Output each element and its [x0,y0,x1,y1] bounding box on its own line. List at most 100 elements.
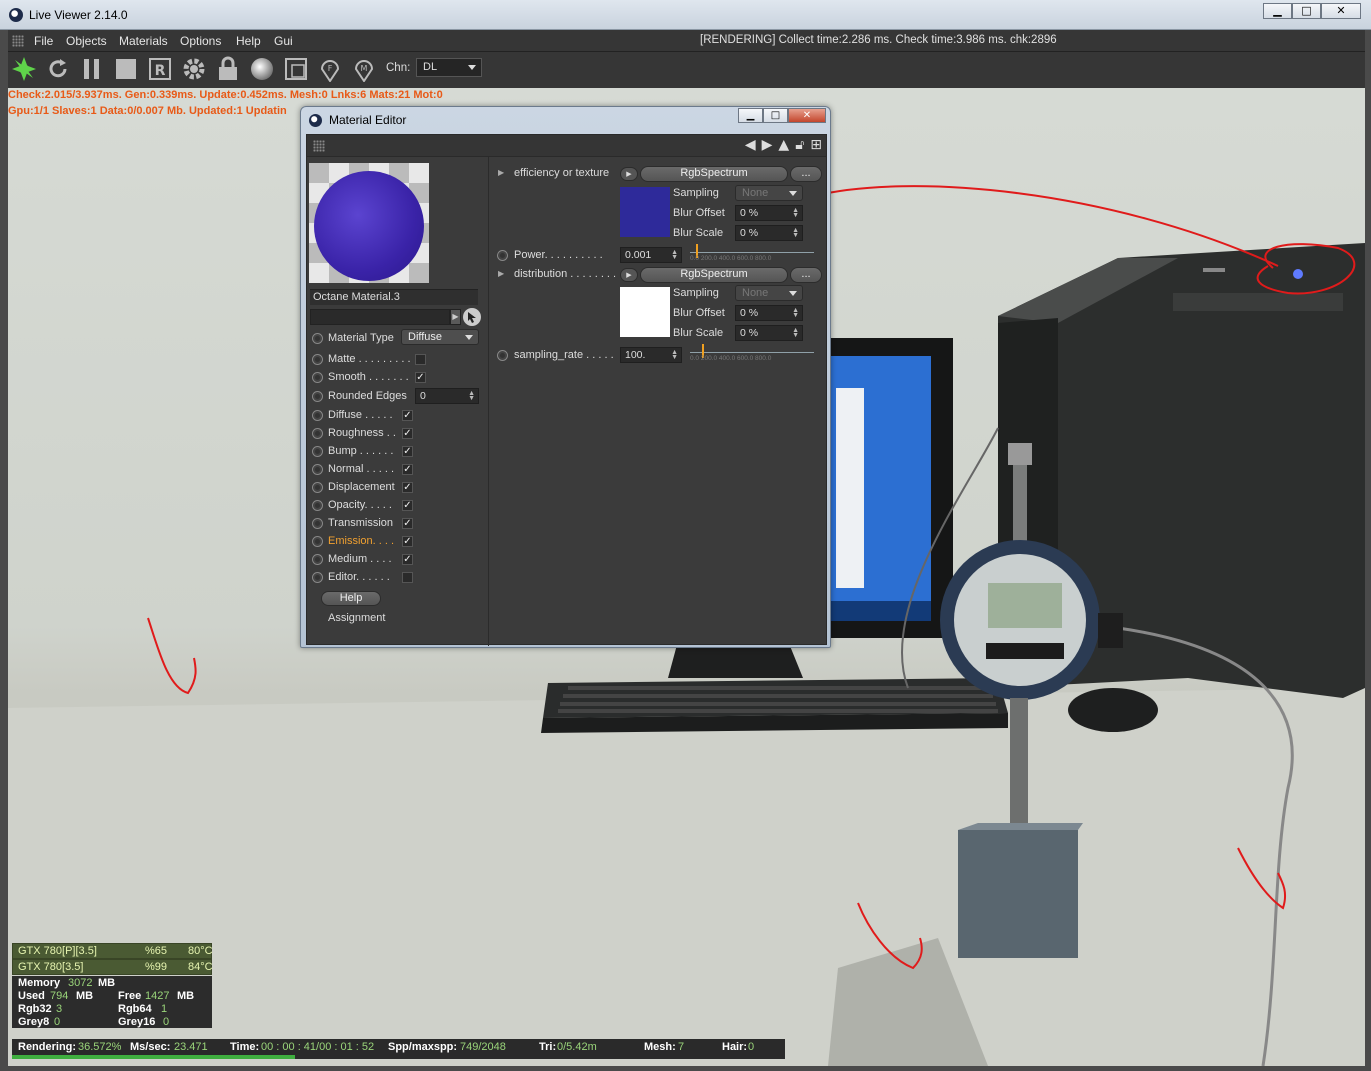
channel-checkbox[interactable] [415,354,426,365]
channel-checkbox[interactable]: ✓ [402,536,413,547]
stop-icon[interactable] [113,56,139,82]
minimize-button[interactable]: ▁ [1263,3,1292,19]
efficiency-more-button[interactable]: ... [790,166,822,182]
sampling-select[interactable]: None [735,185,803,201]
channel-label[interactable]: Roughness . . [328,427,396,439]
channel-checkbox[interactable] [402,572,413,583]
close-button[interactable]: ✕ [1321,3,1361,19]
channel-label[interactable]: Displacement [328,481,395,493]
channel-label[interactable]: Normal . . . . . [328,463,394,475]
material-pin-icon[interactable]: M [351,56,377,83]
gear-icon[interactable] [181,56,207,82]
arrow-up-icon[interactable]: ▲ [778,137,789,153]
blur-scale-2-field[interactable]: 0 % ▲ ▼ [735,325,803,341]
channel-label[interactable]: Emission. . . . [328,535,394,547]
channel-label[interactable]: Opacity. . . . . [328,499,392,511]
dialog-close-button[interactable]: ✕ [788,108,826,123]
channel-radio[interactable] [312,372,323,383]
refresh-icon[interactable] [45,56,71,82]
channel-radio[interactable] [312,410,323,421]
blur-offset-2-field[interactable]: 0 % ▲ ▼ [735,305,803,321]
channel-checkbox[interactable]: ✓ [415,372,426,383]
channel-radio[interactable] [312,500,323,511]
sampling-rate-slider[interactable]: 0.0 200.0 400.0 600.0 800.0 [690,344,814,362]
power-radio[interactable] [497,250,508,261]
efficiency-link-button[interactable]: ▶ [620,167,638,181]
channel-checkbox[interactable]: ✓ [402,464,413,475]
distribution-more-button[interactable]: ... [790,267,822,283]
menu-materials[interactable]: Materials [119,34,168,48]
region-icon[interactable] [283,56,309,82]
channel-label[interactable]: Bump . . . . . . [328,445,393,457]
menu-file[interactable]: File [34,34,53,48]
sampling-2-select[interactable]: None [735,285,803,301]
expand-arrow-icon[interactable]: ▶ [498,168,504,177]
lock-icon[interactable]: 🔓︎ [795,137,804,153]
channel-label[interactable]: Rounded Edges [328,390,407,402]
distribution-link-button[interactable]: ▶ [620,268,638,282]
sphere-icon[interactable] [249,56,275,82]
channel-select[interactable]: DL [416,58,482,77]
material-preview[interactable] [309,163,429,283]
maximize-button[interactable]: □ [1292,3,1321,19]
channel-radio[interactable] [312,428,323,439]
channel-label[interactable]: Medium . . . . [328,553,392,565]
sampling-rate-field[interactable]: 100. ▲ ▼ [620,347,682,363]
dialog-maximize-button[interactable]: □ [763,108,788,123]
expand-arrow-icon[interactable]: ▶ [498,269,504,278]
help-button[interactable]: Help [321,591,381,606]
channel-checkbox[interactable]: ✓ [402,428,413,439]
blur-scale-field[interactable]: 0 % ▲ ▼ [735,225,803,241]
channel-checkbox[interactable]: ✓ [402,554,413,565]
render-r-icon[interactable]: R [147,56,173,82]
rounded-edges-field[interactable]: 0 ▲ ▼ [415,388,479,404]
channel-checkbox[interactable]: ✓ [402,410,413,421]
menu-objects[interactable]: Objects [66,34,107,48]
distribution-color-swatch[interactable] [620,287,670,337]
channel-label[interactable]: Transmission [328,517,393,529]
sampling-rate-radio[interactable] [497,350,508,361]
grip-icon[interactable] [313,140,325,152]
channel-radio[interactable] [312,572,323,583]
dialog-minimize-button[interactable]: ▁ [738,108,763,123]
new-window-icon[interactable]: ⊞ [810,137,822,153]
material-type-select[interactable]: Diffuse [401,329,479,345]
efficiency-rgbspectrum-button[interactable]: RgbSpectrum [640,166,788,182]
channel-checkbox[interactable]: ✓ [402,446,413,457]
link-arrow-button[interactable]: ▶ [450,309,461,325]
channel-checkbox[interactable]: ✓ [402,518,413,529]
channel-radio[interactable] [312,354,323,365]
channel-radio[interactable] [312,518,323,529]
lock-icon[interactable] [215,56,241,82]
power-field[interactable]: 0.001 ▲ ▼ [620,247,682,263]
arrow-left-icon[interactable]: ◀ [745,137,756,153]
material-name-field[interactable]: Octane Material.3 [310,289,478,305]
channel-radio[interactable] [312,554,323,565]
material-link-input[interactable] [310,309,450,325]
channel-label[interactable]: Editor. . . . . . [328,571,390,583]
menu-options[interactable]: Options [180,34,221,48]
power-slider[interactable]: 0.0 200.0 400.0 600.0 800.0 [690,244,814,262]
channel-checkbox[interactable]: ✓ [402,500,413,511]
channel-radio[interactable] [312,536,323,547]
channel-radio[interactable] [312,464,323,475]
channel-label[interactable]: Diffuse . . . . . [328,409,393,421]
grip-icon[interactable] [12,35,24,47]
efficiency-color-swatch[interactable] [620,187,670,237]
channel-label[interactable]: Matte . . . . . . . . . [328,353,411,365]
blur-offset-field[interactable]: 0 % ▲ ▼ [735,205,803,221]
channel-checkbox[interactable]: ✓ [402,482,413,493]
material-editor-titlebar[interactable]: Material Editor ▁ □ ✕ [301,107,830,133]
octane-logo-icon[interactable] [11,56,37,82]
channel-radio[interactable] [312,446,323,457]
channel-label[interactable]: Smooth . . . . . . . [328,371,409,383]
focus-pin-icon[interactable]: F [317,56,343,83]
channel-radio[interactable] [312,391,323,402]
menu-gui[interactable]: Gui [274,34,293,48]
distribution-rgbspectrum-button[interactable]: RgbSpectrum [640,267,788,283]
picker-icon[interactable] [463,308,481,326]
material-type-radio[interactable] [312,333,323,344]
pause-icon[interactable] [79,56,105,82]
menu-help[interactable]: Help [236,34,261,48]
arrow-right-icon[interactable]: ▶ [762,137,773,153]
